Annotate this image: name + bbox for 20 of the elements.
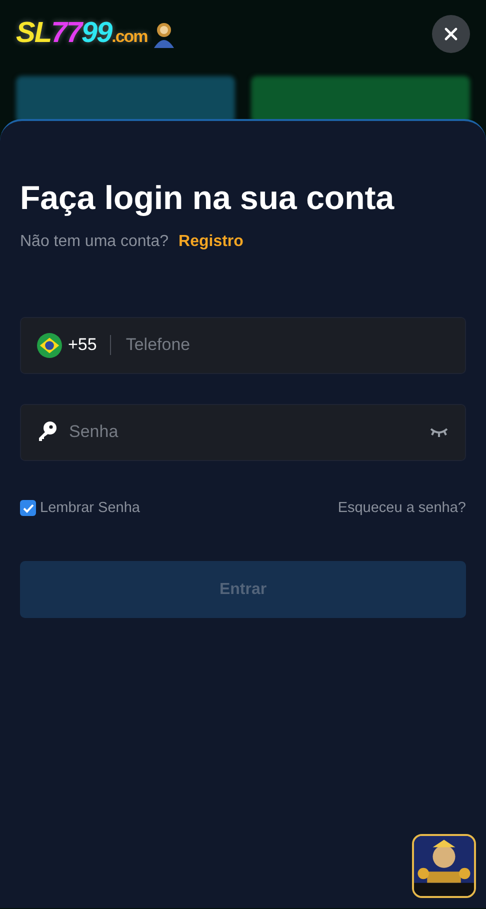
register-link[interactable]: Registro bbox=[178, 230, 244, 254]
password-input[interactable]: Senha bbox=[67, 418, 429, 446]
close-button[interactable] bbox=[432, 14, 470, 53]
remember-checkbox[interactable] bbox=[20, 500, 36, 516]
forgot-password-link[interactable]: Esqueceu a senha? bbox=[338, 498, 466, 520]
logo-text: 77 bbox=[51, 17, 82, 49]
phone-input[interactable]: Telefone bbox=[124, 331, 449, 359]
key-icon bbox=[37, 421, 57, 444]
subtitle-text: Não tem uma conta? bbox=[20, 232, 169, 252]
flag-icon bbox=[37, 332, 62, 358]
logo-text: 99 bbox=[81, 17, 112, 49]
password-field[interactable]: Senha bbox=[20, 404, 466, 461]
page-title: Faça login na sua conta bbox=[20, 178, 396, 218]
country-code[interactable]: +55 bbox=[68, 332, 97, 358]
close-icon bbox=[444, 26, 458, 41]
eye-closed-icon[interactable] bbox=[429, 426, 449, 438]
logo-text: .com bbox=[112, 27, 148, 46]
remember-label: Lembrar Senha bbox=[40, 498, 140, 518]
logo-text: SL bbox=[16, 17, 52, 49]
phone-field[interactable]: +55 Telefone bbox=[20, 316, 466, 374]
